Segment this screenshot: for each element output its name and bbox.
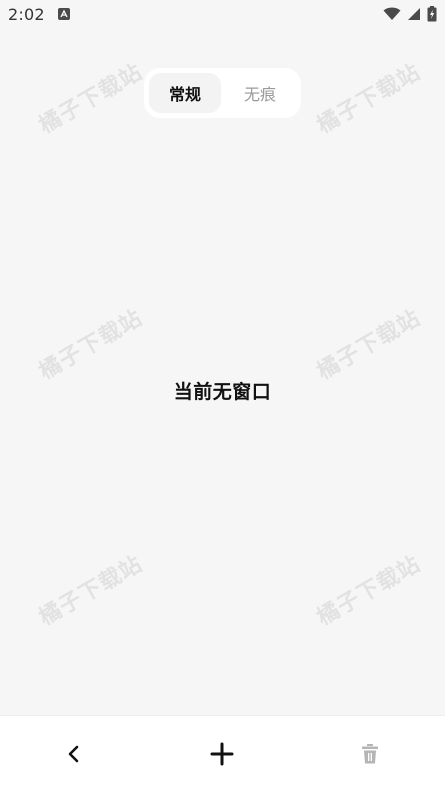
bottom-toolbar: [0, 715, 445, 791]
chevron-left-icon: [65, 745, 83, 763]
status-time: 2:02: [8, 5, 45, 24]
empty-state-message: 当前无窗口: [173, 381, 272, 403]
tab-incognito[interactable]: 无痕: [224, 73, 296, 113]
watermark: 橘子下载站: [313, 551, 426, 631]
tab-switcher: 常规 无痕: [144, 68, 301, 118]
back-button[interactable]: [56, 736, 92, 772]
plus-icon: [210, 742, 234, 766]
trash-icon: [360, 743, 380, 765]
status-bar: 2:02: [0, 0, 445, 30]
cellular-signal-icon: [407, 7, 421, 21]
add-window-button[interactable]: [204, 736, 240, 772]
status-icons: [383, 6, 437, 22]
app-notification-icon: [58, 8, 70, 20]
watermark: 橘子下载站: [313, 305, 426, 385]
delete-all-button[interactable]: [352, 736, 388, 772]
wifi-icon: [383, 7, 401, 21]
watermark: 橘子下载站: [35, 551, 148, 631]
watermark: 橘子下载站: [35, 305, 148, 385]
watermark: 橘子下载站: [35, 59, 148, 139]
battery-charging-icon: [427, 6, 437, 22]
tab-normal[interactable]: 常规: [149, 73, 221, 113]
watermark: 橘子下载站: [313, 59, 426, 139]
